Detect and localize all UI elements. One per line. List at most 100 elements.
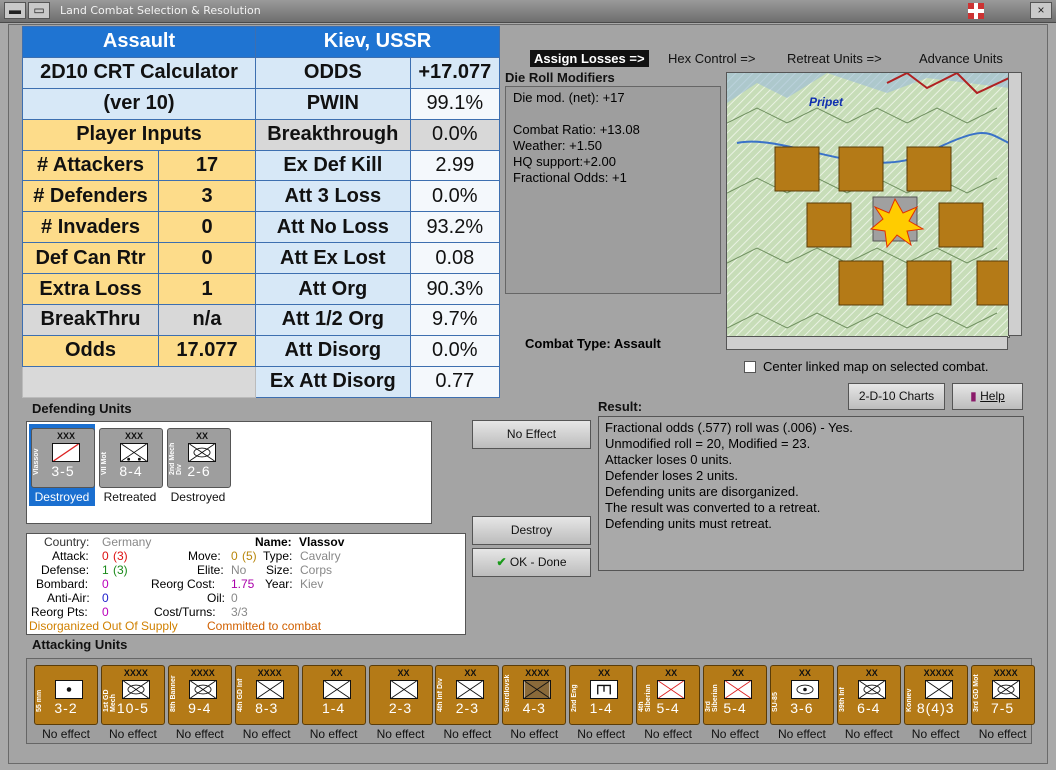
attacking-unit-counter[interactable]: XX 1-4: [301, 665, 366, 725]
modifier-line: Combat Ratio: +13.08: [513, 122, 640, 137]
unit-status: No effect: [777, 727, 826, 741]
size-label: Size:: [266, 563, 293, 577]
defending-unit-counter[interactable]: 2nd Mech Div XX 2-6: [167, 428, 231, 488]
combat-type-label: Combat Type:: [525, 336, 611, 351]
input-label: BreakThru: [22, 304, 159, 336]
input-value: n/a: [158, 304, 256, 336]
unit-status: No effect: [242, 727, 291, 741]
unit-status: No effect: [175, 727, 224, 741]
attacking-unit-counter[interactable]: 4th Siberian XX 5-4: [636, 665, 701, 725]
attacking-unit-counter[interactable]: 55 mm 3-2: [34, 665, 98, 725]
ok-done-button[interactable]: ✔ OK - Done: [472, 548, 591, 577]
unit-strength: 8-4: [119, 463, 143, 479]
german-flag-icon: [968, 3, 984, 19]
combat-type-line: Combat Type: Assault: [525, 336, 661, 351]
no-effect-button[interactable]: No Effect: [472, 420, 591, 449]
defending-unit-counter[interactable]: Vlassov XXX 3-5: [31, 428, 95, 488]
empty-cell: [22, 365, 256, 398]
bombard-value: 0: [102, 577, 109, 591]
reorg-pts-label: Reorg Pts:: [31, 605, 88, 619]
hex-control-tab[interactable]: Hex Control =>: [668, 51, 755, 66]
odds-value: +17.077: [409, 56, 501, 89]
combat-type-header: Assault: [22, 26, 256, 58]
result-value: 0.08: [409, 242, 501, 275]
input-label: # Invaders: [22, 211, 159, 244]
attacking-unit-counter[interactable]: SU-85 XX 3-6: [769, 665, 834, 725]
move-value: 0: [231, 549, 238, 563]
unit-status: No effect: [978, 727, 1027, 741]
attacking-unit-counter[interactable]: 8th Banner XXXX 9-4: [167, 665, 232, 725]
name-label: Name:: [255, 535, 292, 549]
result-label: Att Ex Lost: [255, 242, 411, 275]
mech-inf-icon: [991, 680, 1020, 699]
supply-status: Disorganized Out Of Supply: [29, 619, 178, 633]
unit-status: Destroyed: [170, 490, 226, 504]
result-value: 93.2%: [409, 211, 501, 244]
unit-info-panel: Country: Germany Name: Vlassov Attack: 0…: [26, 533, 466, 635]
unit-size: XX: [865, 668, 878, 678]
year-value: Kiev: [300, 577, 324, 591]
map-horizontal-scrollbar[interactable]: [726, 336, 1008, 350]
calc-version: (ver 10): [22, 87, 256, 120]
unit-size: XXXX: [993, 668, 1018, 678]
unit-strength: 2-3: [388, 700, 413, 716]
mini-map[interactable]: Pripet: [726, 72, 1010, 338]
unit-status: No effect: [376, 727, 425, 741]
attack-value: 0: [102, 549, 109, 563]
inf-red-icon: [657, 680, 686, 699]
attacking-unit-counter[interactable]: 4th Inf Div XX 2-3: [435, 665, 500, 725]
input-label: Def Can Rtr: [22, 242, 159, 275]
unit-status: No effect: [42, 727, 90, 741]
elite-value: No: [231, 563, 247, 577]
unit-strength: 1-4: [589, 700, 613, 716]
attacking-unit-counter[interactable]: Koniev XXXXX 8(4)3: [903, 665, 968, 725]
unit-size: XX: [195, 431, 208, 441]
inf-icon: [924, 680, 953, 699]
attacking-unit-counter[interactable]: 1st GD Mech XXXX 10-5: [100, 665, 165, 725]
unit-status: Retreated: [103, 490, 157, 504]
result-line: Defending units are disorganized.: [605, 484, 799, 499]
antiair-value: 0: [102, 591, 109, 605]
unit-size: XX: [598, 668, 611, 678]
attacking-unit-counter[interactable]: 3rd Siberian XX 5-4: [703, 665, 767, 725]
unit-size: XX: [330, 668, 343, 678]
odds-label: ODDS: [255, 56, 411, 89]
title-bar: ▬ ▭ Land Combat Selection & Resolution ×: [0, 0, 1056, 23]
unit-status: No effect: [510, 727, 559, 741]
country-value: Germany: [102, 535, 152, 549]
center-linked-checkbox[interactable]: [744, 361, 756, 373]
destroy-button[interactable]: Destroy: [472, 516, 591, 545]
result-label: Ex Att Disorg: [255, 365, 411, 398]
unit-status: No effect: [108, 727, 157, 741]
retreat-units-tab[interactable]: Retreat Units =>: [787, 51, 882, 66]
attacking-unit-counter[interactable]: 2nd Eng XX 1-4: [569, 665, 634, 725]
charts-button[interactable]: 2-D-10 Charts: [848, 383, 945, 410]
attacking-units-list: 55 mm 3-2 No effect 1st GD Mech XXXX 10-5 No e…: [26, 658, 1035, 744]
attacking-unit-counter[interactable]: XX 2-3: [368, 665, 433, 725]
attacking-unit-counter[interactable]: 4th GD Inf XXXX 8-3: [234, 665, 299, 725]
attacking-unit-counter[interactable]: Sverdlovsk XXXX 4-3: [502, 665, 567, 725]
result-line: The result was converted to a retreat.: [605, 500, 821, 515]
result-label: Att Disorg: [255, 334, 411, 367]
system-menu-icon[interactable]: ▬: [4, 2, 26, 19]
close-icon[interactable]: ×: [1030, 2, 1052, 19]
restore-icon[interactable]: ▭: [28, 2, 50, 19]
attacking-unit-counter[interactable]: 3rd GD Mot XXXX 7-5: [970, 665, 1035, 725]
bombard-label: Bombard:: [36, 577, 89, 591]
map-vertical-scrollbar[interactable]: [1008, 72, 1022, 336]
inf-icon: [322, 680, 351, 699]
help-button[interactable]: ▮ Help: [952, 383, 1023, 410]
checkmark-icon: ✔: [496, 555, 507, 569]
advance-units-tab[interactable]: Advance Units: [919, 51, 1003, 66]
result-label: Breakthrough: [255, 118, 411, 151]
unit-strength: 8-3: [255, 700, 279, 716]
assign-losses-tab[interactable]: Assign Losses =>: [530, 50, 649, 67]
input-value: 17.077: [158, 334, 256, 367]
defending-unit-counter[interactable]: VII Mot XXX 8-4: [99, 428, 163, 488]
inf-icon: [389, 680, 418, 699]
combat-type-value: Assault: [613, 336, 661, 351]
oil-label: Oil:: [207, 591, 225, 605]
attacking-unit-counter[interactable]: 39th Inf XX 6-4: [836, 665, 901, 725]
unit-size: XXXX: [190, 668, 215, 678]
attacking-title: Attacking Units: [32, 637, 128, 652]
